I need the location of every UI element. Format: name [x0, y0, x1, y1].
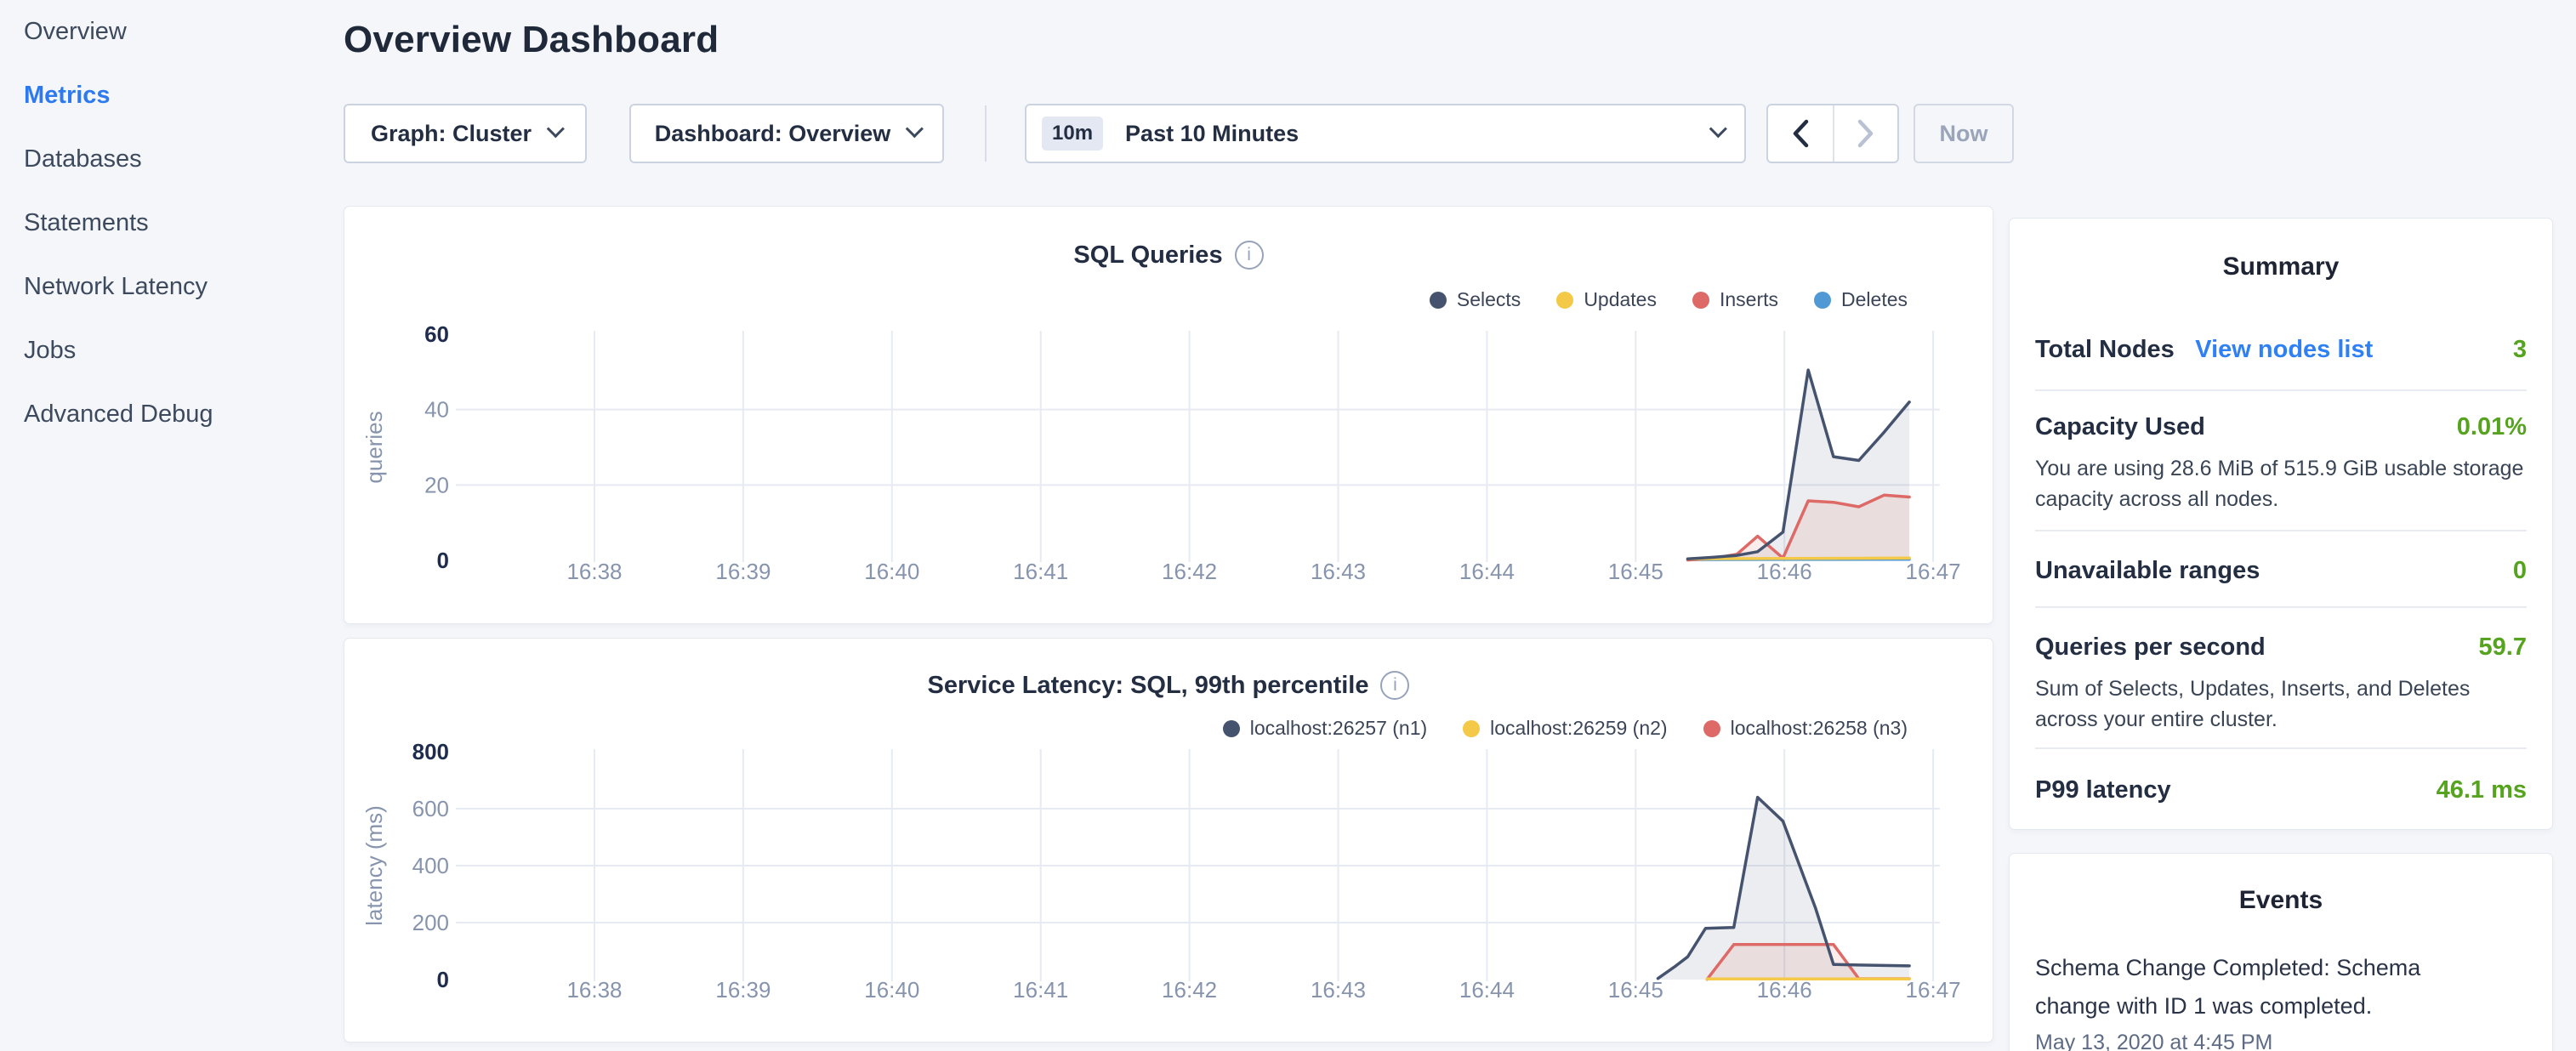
- time-prev-button[interactable]: [1768, 105, 1833, 162]
- service-latency-plot[interactable]: 16:38 16:39 16:40 16:41 16:42 16:43 16:44 16:45…: [344, 639, 1994, 1043]
- now-button[interactable]: Now: [1914, 104, 2014, 163]
- summary-row-total-nodes: Total Nodes View nodes list 3: [2035, 336, 2527, 391]
- events-panel: Events Schema Change Completed: Schema c…: [2009, 853, 2553, 1051]
- qps-value: 59.7: [2479, 633, 2527, 662]
- x-axis-tick-label: 16:43: [1311, 977, 1366, 1003]
- unavailable-ranges-label: Unavailable ranges: [2035, 557, 2260, 585]
- y-axis-unit-label: queries: [361, 411, 387, 483]
- db-console-app: Overview Metrics Databases Statements Ne…: [0, 0, 2576, 1051]
- y-axis-tick-label: 60: [424, 321, 449, 347]
- summary-row-capacity: Capacity Used 0.01% You are using 28.6 M…: [2035, 391, 2527, 531]
- p99-latency-label: P99 latency: [2035, 776, 2171, 804]
- chevron-left-icon: [1791, 119, 1810, 148]
- sidebar-item-statements[interactable]: Statements: [0, 191, 323, 255]
- sidebar: Overview Metrics Databases Statements Ne…: [0, 0, 323, 1051]
- p99-latency-value: 46.1 ms: [2437, 776, 2527, 804]
- capacity-value: 0.01%: [2457, 413, 2527, 441]
- sidebar-item-jobs[interactable]: Jobs: [0, 319, 323, 383]
- x-axis-tick-label: 16:45: [1608, 977, 1663, 1003]
- x-axis-tick-label: 16:47: [1906, 559, 1961, 584]
- sidebar-item-metrics[interactable]: Metrics: [0, 64, 323, 128]
- x-axis-tick-label: 16:39: [715, 977, 771, 1003]
- time-nav-buttons: [1766, 104, 1899, 163]
- event-timestamp: May 13, 2020 at 4:45 PM: [2035, 1031, 2527, 1051]
- capacity-label: Capacity Used: [2035, 413, 2205, 441]
- x-axis-tick-label: 16:45: [1608, 559, 1663, 584]
- total-nodes-value: 3: [2513, 336, 2527, 364]
- chevron-right-icon: [1857, 119, 1875, 148]
- x-axis-tick-label: 16:42: [1162, 977, 1217, 1003]
- x-axis-tick-label: 16:44: [1459, 977, 1515, 1003]
- sidebar-item-advanced-debug[interactable]: Advanced Debug: [0, 383, 323, 446]
- x-axis-tick-label: 16:46: [1757, 559, 1812, 584]
- sidebar-item-network-latency[interactable]: Network Latency: [0, 255, 323, 319]
- x-axis-tick-label: 16:41: [1013, 977, 1068, 1003]
- time-range-badge: 10m: [1042, 116, 1103, 151]
- y-axis-tick-label: 0: [437, 548, 449, 573]
- y-axis-tick-label: 20: [424, 472, 449, 497]
- qps-description: Sum of Selects, Updates, Inserts, and De…: [2035, 673, 2527, 735]
- series-line: [1688, 558, 1910, 559]
- x-axis-tick-label: 16:41: [1013, 559, 1068, 584]
- summary-panel: Summary Total Nodes View nodes list 3 Ca…: [2009, 218, 2553, 830]
- view-nodes-list-link[interactable]: View nodes list: [2195, 336, 2373, 363]
- x-axis-tick-label: 16:47: [1906, 977, 1961, 1003]
- x-axis-tick-label: 16:38: [566, 559, 622, 584]
- controls-divider: [985, 105, 987, 162]
- chevron-down-icon: [1709, 120, 1727, 138]
- x-axis-tick-label: 16:43: [1311, 559, 1366, 584]
- page-title: Overview Dashboard: [344, 19, 719, 61]
- x-axis-tick-label: 16:44: [1459, 559, 1515, 584]
- x-axis-tick-label: 16:38: [566, 977, 622, 1003]
- events-title: Events: [2010, 854, 2552, 915]
- y-axis-tick-label: 200: [412, 910, 449, 935]
- chevron-down-icon: [547, 120, 565, 138]
- summary-row-qps: Queries per second 59.7 Sum of Selects, …: [2035, 608, 2527, 749]
- y-axis-tick-label: 40: [424, 397, 449, 423]
- time-next-button[interactable]: [1833, 105, 1897, 162]
- graph-scope-label: Graph: Cluster: [371, 121, 532, 147]
- y-axis-tick-label: 400: [412, 853, 449, 878]
- event-text: Schema Change Completed: Schema change w…: [2035, 949, 2460, 1025]
- x-axis-tick-label: 16:46: [1757, 977, 1812, 1003]
- dashboard-dropdown[interactable]: Dashboard: Overview: [629, 104, 944, 163]
- sidebar-item-databases[interactable]: Databases: [0, 128, 323, 191]
- x-axis-tick-label: 16:42: [1162, 559, 1217, 584]
- summary-row-p99: P99 latency 46.1 ms: [2035, 749, 2527, 804]
- x-axis-tick-label: 16:40: [864, 559, 919, 584]
- x-axis-tick-label: 16:40: [864, 977, 919, 1003]
- graph-scope-dropdown[interactable]: Graph: Cluster: [344, 104, 587, 163]
- y-axis-tick-label: 0: [437, 967, 449, 992]
- time-range-dropdown[interactable]: 10m Past 10 Minutes: [1025, 104, 1746, 163]
- event-list-item: Schema Change Completed: Schema change w…: [2035, 949, 2527, 1051]
- service-latency-card: Service Latency: SQL, 99th percentile i …: [344, 638, 1993, 1042]
- summary-row-unavailable-ranges: Unavailable ranges 0: [2035, 531, 2527, 608]
- qps-label: Queries per second: [2035, 633, 2266, 662]
- total-nodes-label: Total Nodes: [2035, 336, 2175, 363]
- sidebar-item-overview[interactable]: Overview: [0, 0, 323, 64]
- chevron-down-icon: [906, 120, 924, 138]
- dashboard-label: Dashboard: Overview: [655, 121, 891, 147]
- time-range-label: Past 10 Minutes: [1125, 121, 1299, 147]
- sql-queries-plot[interactable]: 16:38 16:39 16:40 16:41 16:42 16:43 16:44 16:45…: [344, 207, 1994, 625]
- y-axis-tick-label: 800: [412, 739, 449, 764]
- y-axis-tick-label: 600: [412, 796, 449, 821]
- summary-title: Summary: [2010, 219, 2552, 281]
- x-axis-tick-label: 16:39: [715, 559, 771, 584]
- unavailable-ranges-value: 0: [2513, 557, 2527, 585]
- sql-queries-card: SQL Queries i Selects Updates Inserts De…: [344, 206, 1993, 624]
- capacity-description: You are using 28.6 MiB of 515.9 GiB usab…: [2035, 453, 2527, 514]
- y-axis-unit-label: latency (ms): [361, 805, 387, 926]
